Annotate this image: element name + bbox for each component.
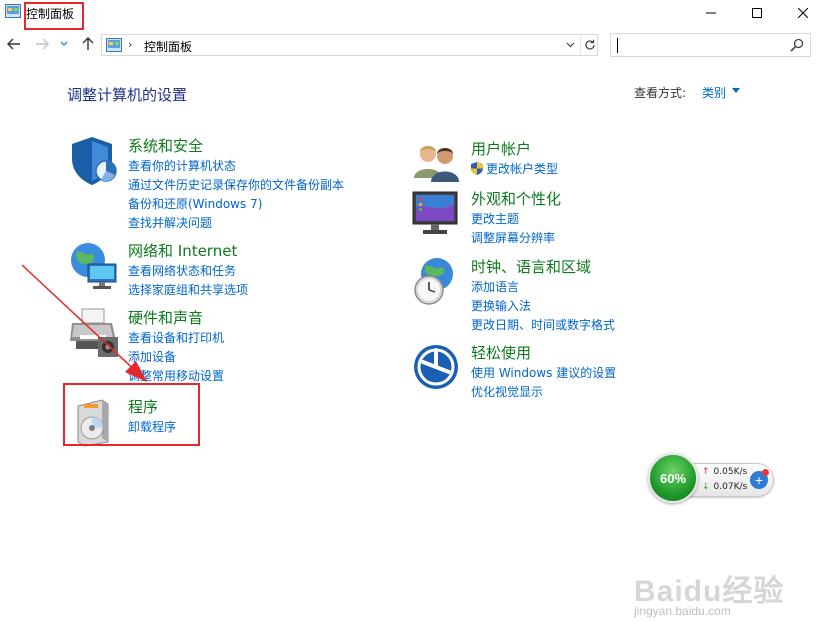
category-title[interactable]: 网络和 Internet (128, 240, 237, 261)
upload-speed: ↑ 0.05K/s (702, 467, 747, 477)
arrow-up-icon (82, 37, 94, 50)
chevron-down-icon (566, 42, 574, 48)
control-panel-icon (5, 4, 21, 18)
link-network-status[interactable]: 查看网络状态和任务 (128, 262, 248, 281)
view-by-label: 查看方式: (634, 86, 687, 100)
link-backup-restore[interactable]: 备份和还原(Windows 7) (128, 195, 344, 214)
download-speed-value: 0.07K/s (713, 482, 748, 492)
usage-percent: 60% (659, 470, 687, 486)
memory-usage-ball[interactable]: 60% (648, 453, 698, 503)
category-links: 查看网络状态和任务 选择家庭组和共享选项 (128, 262, 248, 300)
link-optimize-visual-display[interactable]: 优化视觉显示 (471, 383, 616, 402)
search-input[interactable] (610, 33, 811, 57)
network-globe-icon[interactable] (68, 240, 120, 292)
download-speed: ↓ 0.07K/s (702, 482, 747, 492)
notification-dot (762, 469, 769, 476)
refresh-icon (584, 39, 595, 50)
caret-down-icon[interactable] (732, 88, 740, 94)
accessibility-icon[interactable] (411, 342, 463, 394)
printer-icon[interactable] (68, 307, 120, 359)
shield-icon[interactable] (68, 135, 120, 187)
link-file-history-backup[interactable]: 通过文件历史记录保存你的文件备份副本 (128, 176, 344, 195)
address-dropdown-button[interactable] (562, 35, 578, 55)
arrow-right-icon (36, 38, 49, 50)
clock-globe-icon[interactable] (411, 256, 463, 308)
category-links: 添加语言 更换输入法 更改日期、时间或数字格式 (471, 278, 615, 335)
upload-arrow-icon: ↑ (702, 467, 710, 477)
control-panel-icon (106, 38, 122, 52)
text-caret (617, 38, 618, 53)
category-title[interactable]: 外观和个性化 (471, 188, 561, 209)
recent-locations-button[interactable] (57, 34, 71, 54)
link-date-time-format[interactable]: 更改日期、时间或数字格式 (471, 316, 615, 335)
page-title: 调整计算机的设置 (67, 86, 188, 104)
upload-speed-value: 0.05K/s (713, 467, 748, 477)
up-button[interactable] (78, 34, 98, 54)
monitor-icon[interactable] (411, 188, 463, 240)
link-change-theme[interactable]: 更改主题 (471, 210, 555, 229)
address-bar[interactable]: › 控制面板 (101, 34, 598, 56)
category-links: 查看你的计算机状态 通过文件历史记录保存你的文件备份副本 备份和还原(Windo… (128, 157, 344, 233)
close-button[interactable] (780, 0, 823, 26)
category-title[interactable]: 硬件和声音 (128, 307, 203, 328)
users-icon[interactable] (411, 138, 463, 190)
network-speed-widget[interactable]: 60% ↑ 0.05K/s ↓ 0.07K/s + (648, 453, 776, 505)
category-title[interactable]: 时钟、语言和区域 (471, 256, 591, 277)
minimize-icon (706, 12, 716, 14)
link-change-account-type[interactable]: 更改帐户类型 (471, 160, 558, 179)
link-change-input-method[interactable]: 更换输入法 (471, 297, 615, 316)
link-add-language[interactable]: 添加语言 (471, 278, 615, 297)
download-arrow-icon: ↓ (702, 482, 710, 492)
category-links: 更改主题 调整屏幕分辨率 (471, 210, 555, 248)
link-label: 更改帐户类型 (486, 162, 559, 176)
link-view-computer-status[interactable]: 查看你的计算机状态 (128, 157, 344, 176)
programs-highlight-box (63, 383, 200, 446)
search-icon[interactable] (790, 38, 804, 52)
view-by-dropdown[interactable]: 类别 (702, 84, 726, 101)
chevron-down-icon (60, 41, 68, 46)
link-add-device[interactable]: 添加设备 (128, 348, 224, 367)
maximize-icon (752, 8, 762, 18)
link-troubleshoot[interactable]: 查找并解决问题 (128, 214, 344, 233)
arrow-left-icon (7, 38, 20, 50)
link-homegroup-sharing[interactable]: 选择家庭组和共享选项 (128, 281, 248, 300)
breadcrumb-item[interactable]: 控制面板 (144, 38, 192, 55)
category-links: 更改帐户类型 (471, 160, 558, 179)
category-title[interactable]: 系统和安全 (128, 135, 203, 156)
category-title[interactable]: 轻松使用 (471, 342, 531, 363)
uac-shield-icon (471, 162, 483, 175)
category-links: 使用 Windows 建议的设置 优化视觉显示 (471, 364, 616, 402)
close-icon (798, 8, 808, 18)
link-screen-resolution[interactable]: 调整屏幕分辨率 (471, 229, 555, 248)
watermark: Baidu经验 jingyan.baidu.com (630, 566, 810, 626)
category-title[interactable]: 用户帐户 (471, 138, 531, 159)
breadcrumb-separator: › (128, 38, 133, 51)
title-bar: 控制面板 (0, 0, 823, 30)
refresh-button[interactable] (580, 35, 598, 55)
navigation-bar: › 控制面板 (0, 30, 823, 60)
link-recommended-settings[interactable]: 使用 Windows 建议的设置 (471, 364, 616, 383)
title-highlight-box (24, 2, 84, 30)
back-button[interactable] (4, 34, 24, 54)
minimize-button[interactable] (688, 0, 734, 26)
watermark-url: jingyan.baidu.com (634, 604, 731, 618)
forward-button[interactable] (32, 34, 52, 54)
category-links: 查看设备和打印机 添加设备 调整常用移动设置 (128, 329, 224, 386)
maximize-button[interactable] (734, 0, 780, 26)
link-devices-printers[interactable]: 查看设备和打印机 (128, 329, 224, 348)
